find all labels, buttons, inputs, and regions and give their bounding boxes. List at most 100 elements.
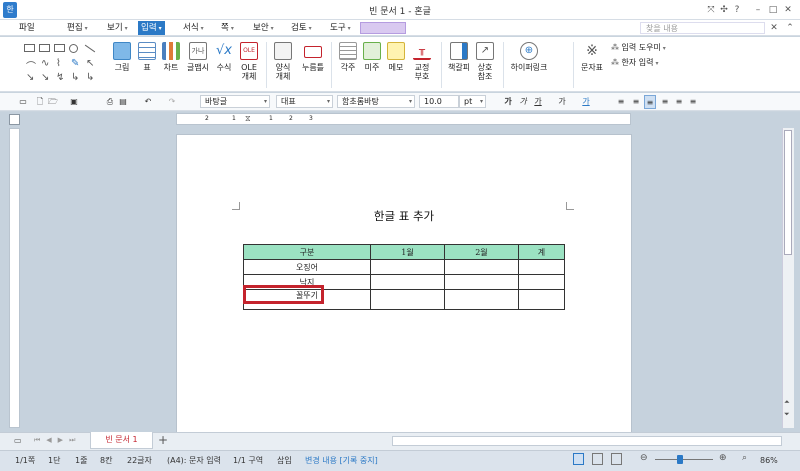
menu-file[interactable]: 파일 <box>16 21 38 35</box>
chart-button[interactable]: 차트 <box>160 42 182 72</box>
tab-document-1[interactable]: 빈 문서 1 <box>90 432 153 449</box>
style-select[interactable]: 바탕글 ▾ <box>200 95 270 108</box>
add-tab-button[interactable]: + <box>158 433 168 447</box>
table-cell[interactable] <box>369 289 445 310</box>
font-size-input[interactable]: 10.0 <box>419 95 459 108</box>
connector-arrow-icon[interactable]: ↘ <box>41 72 49 83</box>
menu-review[interactable]: 검토 ▾ <box>288 21 315 35</box>
zoom-in-icon[interactable]: ⊕ <box>719 453 727 463</box>
rectangle-icon[interactable] <box>54 44 65 52</box>
status-track-changes[interactable]: 변경 내용 [기록 중지] <box>305 455 378 466</box>
table-cell[interactable] <box>369 274 445 290</box>
memo-button[interactable]: 메모 <box>385 42 407 72</box>
font-unit-select[interactable]: pt ▾ <box>459 95 486 108</box>
connector-bent-icon[interactable]: ↳ <box>86 72 94 83</box>
document-title[interactable]: 한글 표 추가 <box>176 208 632 224</box>
search-clear-icon[interactable]: ✕ <box>768 22 780 34</box>
ole-object-button[interactable]: OLE OLE 개체 <box>238 42 260 81</box>
menu-security[interactable]: 보안 ▾ <box>250 21 277 35</box>
strikethrough-button[interactable]: 가 <box>557 95 567 109</box>
table-cell[interactable] <box>369 259 445 275</box>
preview-icon[interactable]: ▤ <box>117 95 129 109</box>
font-color-button[interactable]: 가 <box>581 95 591 109</box>
status-page[interactable]: 1/1쪽 <box>15 455 35 466</box>
table-header-cell[interactable]: 구분 <box>243 244 371 260</box>
align-justify-icon[interactable]: ≡ <box>615 95 627 109</box>
maximize-icon[interactable]: □ <box>767 4 779 16</box>
open-folder-icon[interactable]: 🗁 <box>45 95 61 109</box>
table-cell[interactable] <box>443 289 519 310</box>
picture-button[interactable]: 그림 <box>110 42 134 72</box>
menu-view[interactable]: 보기 ▾ <box>104 21 131 35</box>
footnote-button[interactable]: 각주 <box>337 42 359 72</box>
zoom-icon[interactable]: ⌕ <box>742 453 747 463</box>
align-divide-icon[interactable]: ≡ <box>687 95 699 109</box>
view-page-icon[interactable] <box>573 453 584 465</box>
ellipse-icon[interactable] <box>69 44 78 53</box>
options-icon[interactable]: ✣ <box>718 4 730 16</box>
menu-page[interactable]: 쪽 ▾ <box>218 21 237 35</box>
fullscreen-icon[interactable]: ⤧ <box>705 4 717 16</box>
menu-edit[interactable]: 편집 ▾ <box>64 21 91 35</box>
align-center-icon[interactable]: ≡ <box>644 95 656 109</box>
zoom-out-icon[interactable]: ⊖ <box>640 453 648 463</box>
quick-toolbar-icon[interactable] <box>360 22 406 34</box>
bookmark-button[interactable]: 책갈피 <box>446 42 472 72</box>
table-button[interactable]: 표 <box>136 42 158 72</box>
ruler-toggle-icon[interactable]: ▭ <box>17 95 29 109</box>
charmap-button[interactable]: ※ 문자표 <box>578 42 606 72</box>
input-helper-button[interactable]: ⁂ 입력 도우미 ▾ <box>611 43 666 54</box>
curve-icon[interactable]: ∿ <box>41 58 49 69</box>
table-cell[interactable] <box>517 259 566 275</box>
menu-tools[interactable]: 도구 ▾ <box>327 21 354 35</box>
table-cell[interactable] <box>443 259 519 275</box>
view-width-icon[interactable] <box>592 453 603 465</box>
menu-search-input[interactable]: 찾을 내용 <box>640 22 765 34</box>
table-header-cell[interactable]: 계 <box>517 244 566 260</box>
minimize-icon[interactable]: – <box>752 4 764 16</box>
align-distribute-icon[interactable]: ≡ <box>673 95 685 109</box>
prev-page-icon[interactable]: ⏶ <box>784 398 790 407</box>
help-icon[interactable]: ? <box>731 4 743 16</box>
freeform-icon[interactable]: ⌇ <box>56 58 61 69</box>
pointer-icon[interactable]: ↖ <box>86 58 94 69</box>
vertical-scrollbar-thumb[interactable] <box>784 130 792 255</box>
close-icon[interactable]: ✕ <box>782 4 794 16</box>
cross-reference-button[interactable]: ↗ 상호 참조 <box>474 42 496 81</box>
save-icon[interactable]: ▣ <box>68 95 80 109</box>
pushbutton-field-button[interactable]: 누름틀 <box>300 42 326 72</box>
redo-icon[interactable]: ↷ <box>165 95 179 109</box>
align-left-icon[interactable]: ≡ <box>630 95 642 109</box>
form-object-button[interactable]: 양식 개체 <box>271 42 295 81</box>
status-insert[interactable]: 삽입 <box>277 455 292 466</box>
menu-format[interactable]: 서식 ▾ <box>180 21 207 35</box>
tab-nav-arrows-icon[interactable]: ⏮◀▶⏭ <box>34 436 81 445</box>
endnote-button[interactable]: 미주 <box>361 42 383 72</box>
connector-curve-icon[interactable]: ↳ <box>71 72 79 83</box>
tab-list-icon[interactable]: ▭ <box>14 436 22 445</box>
view-multi-icon[interactable] <box>611 453 622 465</box>
horizontal-scrollbar[interactable] <box>392 436 782 446</box>
line-icon[interactable] <box>84 44 96 53</box>
ribbon-collapse-icon[interactable]: ⌃ <box>784 22 796 34</box>
horizontal-ruler[interactable]: 2 1 1 2 3 ⧖ <box>176 113 631 125</box>
connector-elbow-icon[interactable]: ↯ <box>56 72 64 83</box>
vertical-ruler[interactable] <box>9 128 20 428</box>
ruler-corner-icon[interactable] <box>9 114 20 125</box>
align-right-icon[interactable]: ≡ <box>659 95 671 109</box>
font-select[interactable]: 함초롬바탕 ▾ <box>337 95 415 108</box>
print-icon[interactable]: ⎙ <box>104 95 116 109</box>
table-cell[interactable] <box>517 289 566 310</box>
bold-button[interactable]: 가 <box>503 95 513 109</box>
hanja-input-button[interactable]: ⁂ 한자 입력 ▾ <box>611 58 658 69</box>
italic-button[interactable]: 가 <box>518 95 528 109</box>
language-select[interactable]: 대표 ▾ <box>276 95 333 108</box>
underline-button[interactable]: 가 <box>533 95 543 109</box>
table-header-cell[interactable]: 1월 <box>369 244 445 260</box>
textbox-icon[interactable] <box>24 44 35 52</box>
zoom-slider-track[interactable] <box>655 459 713 460</box>
next-page-icon[interactable]: ⏷ <box>784 410 790 419</box>
undo-icon[interactable]: ↶ <box>141 95 155 109</box>
textart-button[interactable]: 가나 글맵시 <box>184 42 212 72</box>
table-cell[interactable] <box>517 274 566 290</box>
